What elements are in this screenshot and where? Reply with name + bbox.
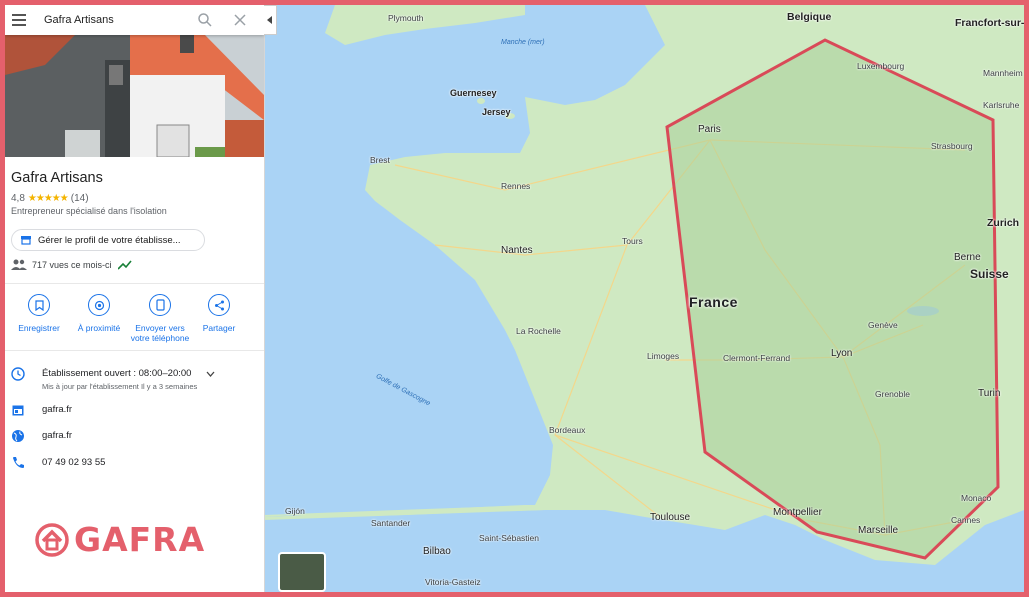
business-photo[interactable]: [5, 35, 264, 157]
domain-text[interactable]: gafra.fr: [42, 404, 72, 415]
business-name: Gafra Artisans: [11, 170, 103, 186]
calendar-icon: [12, 405, 24, 416]
map-label-nantes: Nantes: [501, 245, 533, 256]
rating-summary[interactable]: 4,8 ★★★★★ (14): [11, 193, 89, 204]
map-label-gijon: Gijón: [285, 506, 305, 516]
map-label-jersey: Jersey: [482, 107, 511, 117]
map-label-bordeaux: Bordeaux: [549, 425, 586, 435]
share-button[interactable]: Partager: [188, 294, 250, 333]
divider: [5, 283, 264, 284]
nearby-button[interactable]: À proximité: [68, 294, 130, 333]
search-input[interactable]: [42, 13, 196, 27]
map-label-toulouse: Toulouse: [650, 512, 691, 523]
action-bar: Enregistrer À proximité Envoyer vers vot…: [5, 294, 264, 346]
map-label-karlsruhe: Karlsruhe: [983, 100, 1020, 110]
chevron-down-icon[interactable]: [206, 371, 215, 377]
close-icon[interactable]: [232, 12, 248, 28]
share-icon: [214, 300, 224, 310]
collapse-panel-button[interactable]: [264, 5, 277, 35]
map-label-rennes: Rennes: [501, 181, 531, 191]
business-category[interactable]: Entrepreneur spécialisé dans l'isolation: [11, 206, 167, 216]
map-label-limoges: Limoges: [647, 351, 680, 361]
map-label-paris: Paris: [698, 124, 721, 135]
map-label-plymouth: Plymouth: [388, 13, 424, 23]
map-label-zurich: Zurich: [987, 217, 1020, 229]
map-label-sansebastian: Saint-Sébastien: [479, 533, 540, 543]
logo-text: GAFRA: [74, 520, 206, 559]
nearby-icon: [94, 300, 104, 310]
save-button[interactable]: Enregistrer: [8, 294, 70, 333]
map-label-lyon: Lyon: [831, 348, 853, 359]
star-rating-icon: ★★★★★: [27, 193, 69, 204]
trending-up-icon: [117, 260, 132, 270]
map-label-cannes: Cannes: [951, 515, 981, 525]
chevron-left-icon: [267, 16, 272, 24]
gafra-logo: GAFRA: [34, 520, 205, 559]
map-label-tours: Tours: [622, 236, 643, 246]
people-icon: [11, 259, 27, 270]
place-panel: Gafra Artisans 4,8 ★★★★★ (14) Entreprene…: [5, 5, 265, 592]
phone-icon: [13, 457, 24, 468]
share-label: Partager: [202, 323, 236, 333]
house-logo-icon: [35, 522, 69, 557]
map-label-santander: Santander: [371, 518, 411, 528]
hours-text: Établissement ouvert : 08:00–20:00: [42, 368, 192, 379]
website-text[interactable]: gafra.fr: [42, 430, 72, 441]
send-to-phone-button[interactable]: Envoyer vers votre téléphone: [128, 294, 192, 343]
map-label-belgique: Belgique: [787, 11, 832, 23]
manage-profile-button[interactable]: Gérer le profil de votre établisse...: [11, 229, 205, 251]
search-icon[interactable]: [197, 12, 213, 28]
map-label-clermont: Clermont-Ferrand: [723, 353, 791, 363]
map-label-marseille: Marseille: [858, 525, 899, 536]
map-label-frankfurt: Francfort-sur-le: [955, 17, 1024, 29]
hours-update-note: Mis à jour par l'établissement Il y a 3 …: [42, 382, 198, 391]
nearby-label: À proximité: [77, 323, 121, 333]
map-label-guernesey: Guernesey: [450, 88, 497, 98]
map-label-geneve: Genève: [868, 320, 898, 330]
views-count: 717 vues ce mois-ci: [32, 260, 112, 270]
phone-send-icon: [155, 299, 165, 311]
map-label-grenoble: Grenoble: [875, 389, 910, 399]
views-stat: 717 vues ce mois-ci: [11, 259, 132, 271]
globe-icon: [12, 430, 24, 442]
send-to-phone-label: Envoyer vers votre téléphone: [130, 323, 190, 343]
map-label-brest: Brest: [370, 155, 390, 165]
app-frame: Plymouth Belgique Francfort-sur-le Manch…: [5, 5, 1024, 592]
map-label-montpellier: Montpellier: [773, 507, 822, 518]
rating-value: 4,8: [11, 193, 25, 204]
map-label-luxembourg: Luxembourg: [857, 61, 905, 71]
map-label-mannheim: Mannheim: [983, 68, 1023, 78]
map-label-berne: Berne: [954, 252, 981, 263]
menu-icon[interactable]: [12, 11, 26, 29]
review-count[interactable]: (14): [71, 193, 89, 204]
save-label: Enregistrer: [18, 323, 60, 333]
divider: [5, 350, 264, 351]
map-label-manche: Manche (mer): [501, 39, 545, 46]
house-photo: [5, 35, 264, 157]
search-bar: [5, 5, 264, 35]
map-label-bilbao: Bilbao: [423, 546, 451, 557]
map-label-larochelle: La Rochelle: [516, 326, 561, 336]
bookmark-icon: [34, 299, 44, 311]
map-label-suisse: Suisse: [970, 267, 1009, 281]
manage-profile-label: Gérer le profil de votre établisse...: [38, 234, 181, 246]
map-label-turin: Turin: [978, 388, 1001, 399]
phone-text[interactable]: 07 49 02 93 55: [42, 457, 105, 468]
map-label-country: France: [689, 294, 738, 310]
layers-toggle[interactable]: [278, 552, 326, 592]
map-label-strasbourg: Strasbourg: [931, 141, 973, 151]
map-label-monaco: Monaco: [961, 493, 992, 503]
clock-icon: [11, 367, 25, 381]
map-label-vitoria: Vitoria-Gasteiz: [425, 577, 481, 587]
storefront-icon: [21, 236, 31, 245]
